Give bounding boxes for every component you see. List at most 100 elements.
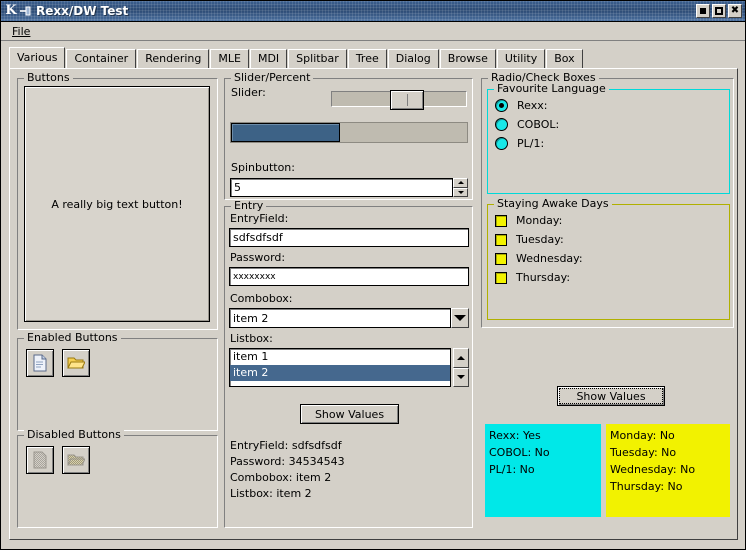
result-wednesday: Wednesday: No [610, 463, 696, 476]
tab-label: Box [554, 52, 575, 65]
staying-awake-days-group: Staying Awake Days Monday: Tuesday: Wedn… [487, 198, 730, 320]
favourite-language-legend: Favourite Language [494, 83, 609, 95]
big-text-button[interactable]: A really big text button! [24, 86, 210, 322]
minimize-button[interactable] [696, 4, 710, 18]
triangle-down-icon [457, 375, 465, 380]
window-logo-icon: K [5, 3, 17, 18]
radio-pl1-icon[interactable] [495, 137, 508, 150]
tab-splitbar[interactable]: Splitbar [288, 49, 347, 68]
radio-cobol-icon[interactable] [495, 118, 508, 131]
checkbox-row-tuesday[interactable]: Tuesday: [495, 233, 583, 246]
enabled-buttons-group-legend: Enabled Buttons [24, 332, 121, 344]
result-monday: Monday: No [610, 429, 675, 442]
triangle-down-icon [457, 190, 464, 194]
enabled-buttons-group: Enabled Buttons [17, 332, 218, 431]
radio-rexx-icon[interactable] [495, 99, 508, 112]
document-icon [33, 354, 47, 372]
favourite-language-group: Favourite Language Rexx: COBOL: PL/1: [487, 83, 730, 194]
checkbox-row-thursday[interactable]: Thursday: [495, 271, 583, 284]
password-label: Password: [230, 251, 286, 264]
tab-tree[interactable]: Tree [347, 49, 387, 68]
listbox-scroll-down-button[interactable] [453, 367, 469, 387]
days-options: Monday: Tuesday: Wednesday: Thursday: [495, 214, 583, 290]
tab-rendering[interactable]: Rendering [137, 49, 210, 68]
tab-label: Browse [447, 52, 488, 65]
status-line-listbox: Listbox: item 2 [230, 487, 312, 500]
big-text-button-label: A really big text button! [51, 197, 183, 211]
combobox-dropdown-button[interactable] [451, 308, 469, 328]
checkbox-wednesday-icon[interactable] [495, 252, 507, 265]
maximize-button[interactable] [712, 4, 726, 18]
radio-row-rexx[interactable]: Rexx: [495, 99, 559, 112]
radio-row-pl1[interactable]: PL/1: [495, 137, 559, 150]
listbox-item-1[interactable]: item 2 [230, 365, 450, 381]
show-values-button-middle[interactable]: Show Values [300, 404, 399, 424]
checkbox-thursday-icon[interactable] [495, 271, 507, 284]
buttons-group-legend: Buttons [24, 72, 73, 84]
tab-container[interactable]: Container [66, 49, 137, 68]
slider[interactable] [331, 90, 467, 110]
result-tuesday: Tuesday: No [610, 446, 677, 459]
window-pin-icon[interactable] [19, 4, 33, 18]
tab-label: Dialog [395, 52, 431, 65]
menu-item-file[interactable]: File [7, 24, 35, 39]
tab-dialog[interactable]: Dialog [387, 49, 439, 68]
entryfield-value: sdfsdfsdf [233, 231, 283, 244]
tab-browse[interactable]: Browse [439, 49, 496, 68]
radio-row-cobol[interactable]: COBOL: [495, 118, 559, 131]
slider-thumb[interactable] [390, 90, 424, 110]
show-values-button-right[interactable]: Show Values [557, 386, 665, 406]
tab-utility[interactable]: Utility [496, 49, 546, 68]
checkbox-monday-icon[interactable] [495, 214, 507, 227]
entryfield-input[interactable]: sdfsdfsdf [229, 228, 469, 247]
tab-label: Container [74, 52, 129, 65]
slider-percent-group: Slider/Percent Slider: Spinbutton: 5 [224, 72, 473, 200]
application-window: K Rexx/DW Test ✖ File Various Container … [0, 0, 746, 550]
checkbox-tuesday-icon[interactable] [495, 233, 507, 246]
open-folder-disabled-button [62, 446, 90, 474]
checkbox-row-monday[interactable]: Monday: [495, 214, 583, 227]
entry-group: Entry EntryField: sdfsdfsdf Password: xx… [224, 200, 473, 528]
language-results-box: Rexx: Yes COBOL: No PL/1: No [485, 424, 601, 517]
spinbutton-down-button[interactable] [453, 187, 468, 197]
checkbox-row-wednesday[interactable]: Wednesday: [495, 252, 583, 265]
listbox-item-0[interactable]: item 1 [230, 349, 450, 365]
tab-label: MDI [257, 52, 280, 65]
combobox-input[interactable]: item 2 [229, 308, 451, 328]
tab-label: Splitbar [296, 52, 339, 65]
main-window: K Rexx/DW Test ✖ File Various Container … [0, 0, 746, 550]
radio-check-group: Radio/Check Boxes Favourite Language Rex… [481, 72, 734, 328]
buttons-group: Buttons A really big text button! [17, 72, 218, 330]
spinbutton-input[interactable]: 5 [230, 178, 453, 197]
close-icon: ✖ [730, 5, 740, 16]
spinbutton-label: Spinbutton: [231, 161, 295, 174]
open-folder-button[interactable] [62, 349, 90, 377]
close-button[interactable]: ✖ [728, 4, 742, 18]
new-document-button[interactable] [26, 349, 54, 377]
language-options: Rexx: COBOL: PL/1: [495, 99, 559, 156]
window-controls: ✖ [696, 4, 742, 18]
tab-page-various: Buttons A really big text button! Enable… [9, 68, 738, 540]
folder-open-disabled-icon [67, 454, 85, 466]
combobox-label: Combobox: [230, 292, 293, 305]
tab-mdi[interactable]: MDI [249, 49, 288, 68]
listbox-scrollbar[interactable] [453, 348, 469, 387]
status-line-entryfield: EntryField: sdfsdfsdf [230, 439, 342, 452]
password-input[interactable]: xxxxxxxx [229, 267, 469, 286]
columns-container: Buttons A really big text button! Enable… [13, 72, 736, 538]
tab-mle[interactable]: MLE [210, 49, 249, 68]
tab-label: Tree [355, 52, 379, 65]
listbox-label: Listbox: [230, 332, 273, 345]
slider-percent-group-legend: Slider/Percent [231, 72, 314, 84]
title-bar[interactable]: K Rexx/DW Test ✖ [1, 1, 745, 22]
listbox-scroll-up-button[interactable] [453, 348, 469, 368]
minimize-icon [700, 8, 706, 14]
staying-awake-days-legend: Staying Awake Days [494, 198, 612, 210]
right-column: Radio/Check Boxes Favourite Language Rex… [481, 72, 736, 538]
tab-box[interactable]: Box [546, 49, 583, 68]
disabled-buttons-group: Disabled Buttons [17, 429, 218, 528]
chevron-down-icon [454, 315, 466, 321]
listbox[interactable]: item 1 item 2 [229, 348, 451, 387]
spinbutton-up-button[interactable] [453, 178, 468, 188]
tab-various[interactable]: Various [9, 47, 66, 68]
